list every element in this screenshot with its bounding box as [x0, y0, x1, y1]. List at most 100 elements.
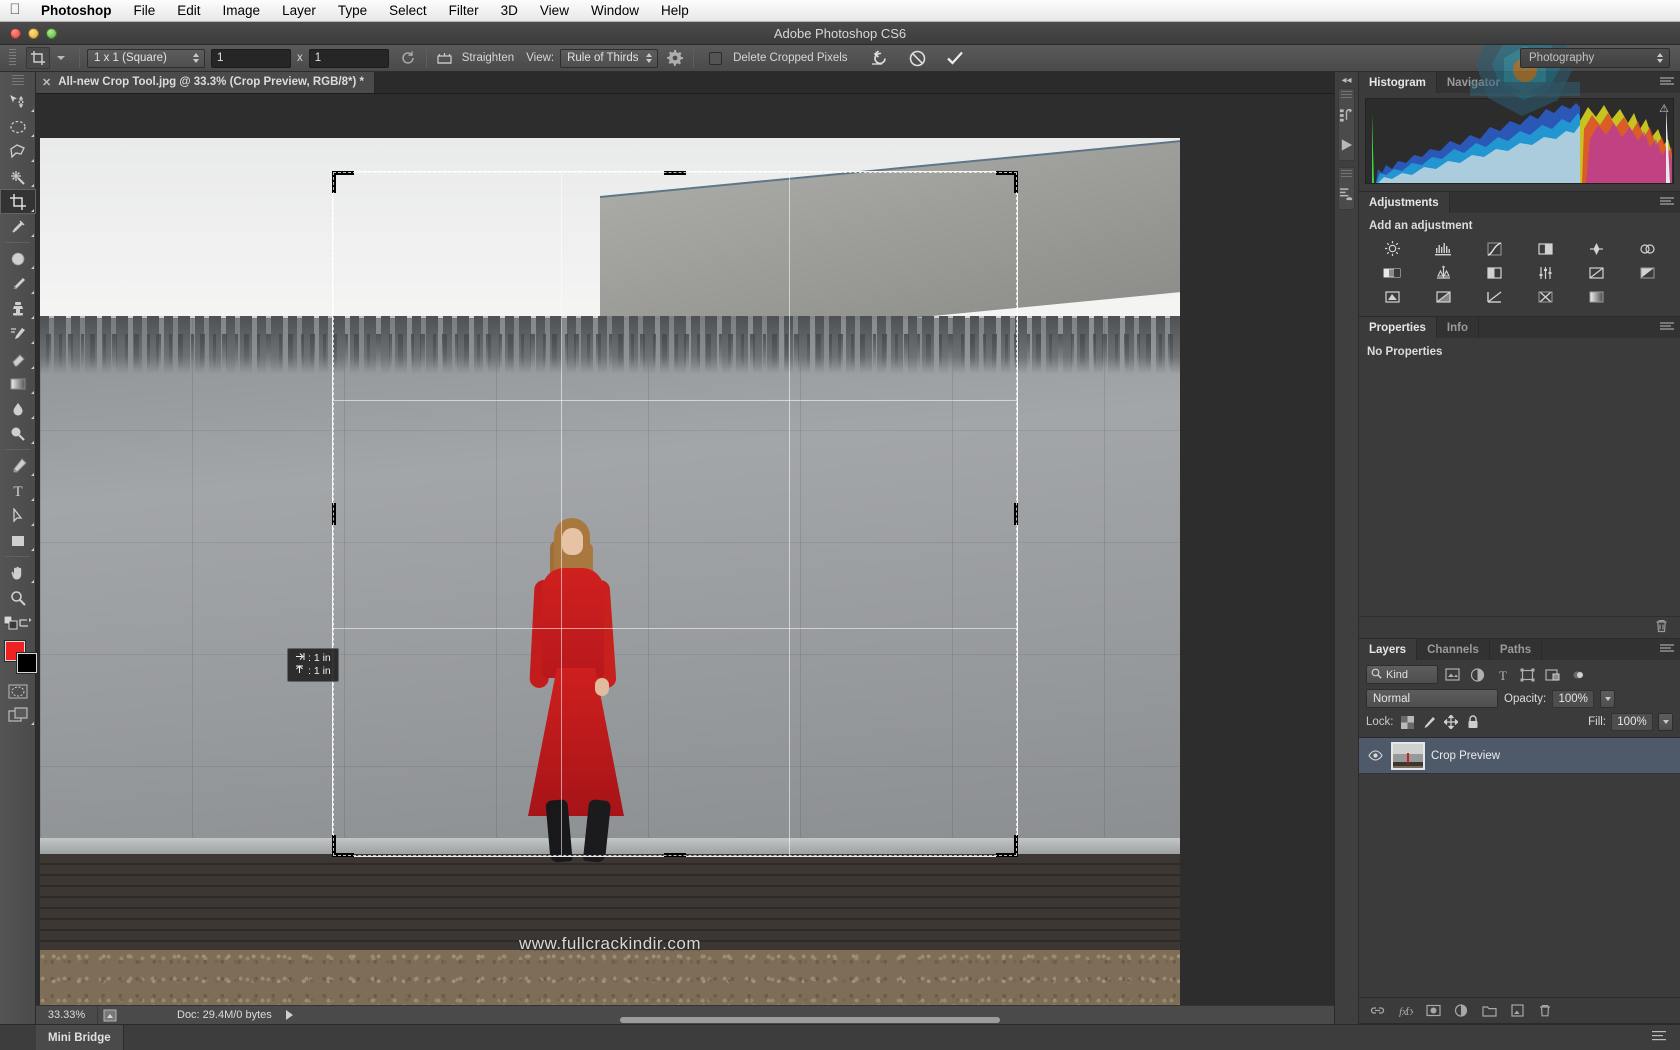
- brush-tool[interactable]: [0, 271, 36, 296]
- color-balance-icon[interactable]: [1367, 261, 1417, 284]
- panel-menu-icon[interactable]: [1660, 322, 1674, 333]
- tab-channels[interactable]: Channels: [1417, 639, 1490, 660]
- macmenu-item-select[interactable]: Select: [378, 0, 438, 22]
- spot-healing-brush-tool[interactable]: [0, 246, 36, 271]
- swap-dimensions-icon[interactable]: [397, 48, 419, 69]
- new-adjustment-layer-icon[interactable]: [1453, 1003, 1469, 1019]
- opacity-value[interactable]: 100%: [1552, 690, 1594, 708]
- smart-object-filter-icon[interactable]: [1542, 665, 1563, 684]
- document-tab[interactable]: ✕ All-new Crop Tool.jpg @ 33.3% (Crop Pr…: [36, 71, 375, 93]
- curves-icon[interactable]: [1469, 237, 1519, 260]
- macmenu-item-type[interactable]: Type: [327, 0, 378, 22]
- tab-navigator[interactable]: Navigator: [1437, 72, 1511, 93]
- default-colors-icon[interactable]: [4, 616, 18, 633]
- delete-layer-icon[interactable]: [1537, 1003, 1553, 1019]
- hand-tool[interactable]: [0, 560, 36, 585]
- opacity-stepper[interactable]: [1600, 690, 1615, 708]
- tab-properties[interactable]: Properties: [1359, 317, 1437, 338]
- actions-icon[interactable]: [1339, 179, 1354, 209]
- macmenu-item-file[interactable]: File: [123, 0, 167, 22]
- gradient-map-icon[interactable]: [1469, 285, 1519, 308]
- color-swatches[interactable]: [0, 639, 36, 679]
- eyedropper-tool[interactable]: [0, 214, 36, 239]
- elliptical-marquee-tool[interactable]: [0, 114, 36, 139]
- lock-all-icon[interactable]: [1465, 714, 1482, 731]
- panel-menu-icon[interactable]: [1660, 644, 1674, 655]
- gradient-tool[interactable]: [0, 371, 36, 396]
- hue-saturation-icon[interactable]: [1622, 237, 1672, 260]
- artboard[interactable]: : 1 in : 1 in www.fullcrackindir.com: [40, 138, 1180, 950]
- close-tab-icon[interactable]: ✕: [42, 76, 51, 89]
- gear-icon[interactable]: [664, 48, 686, 69]
- lock-image-pixels-icon[interactable]: [1421, 714, 1438, 731]
- eraser-tool[interactable]: [0, 346, 36, 371]
- cancel-icon[interactable]: [906, 48, 928, 69]
- exposure-icon[interactable]: [1520, 237, 1570, 260]
- canvas-horizontal-scrollbar[interactable]: [620, 1017, 1000, 1023]
- play-icon[interactable]: [1339, 130, 1354, 160]
- macmenu-item-edit[interactable]: Edit: [166, 0, 211, 22]
- clone-stamp-tool[interactable]: [0, 296, 36, 321]
- fill-value[interactable]: 100%: [1611, 713, 1653, 731]
- brightness-contrast-icon[interactable]: [1367, 237, 1417, 260]
- tab-layers[interactable]: Layers: [1359, 639, 1417, 660]
- screen-mode-icon[interactable]: [0, 703, 36, 727]
- history-icon[interactable]: [1339, 100, 1354, 130]
- lock-transparent-pixels-icon[interactable]: [1399, 714, 1416, 731]
- background-color-swatch[interactable]: [17, 653, 37, 673]
- layer-name[interactable]: Crop Preview: [1431, 750, 1500, 762]
- expand-arrow-icon[interactable]: [286, 1010, 293, 1020]
- crop-height-input[interactable]: 1: [309, 49, 389, 68]
- new-group-icon[interactable]: [1481, 1003, 1497, 1019]
- shape-layer-filter-icon[interactable]: [1517, 665, 1538, 684]
- macmenu-item-image[interactable]: Image: [212, 0, 272, 22]
- fill-stepper[interactable]: [1658, 713, 1673, 731]
- straighten-icon[interactable]: [434, 48, 456, 69]
- threshold-icon[interactable]: [1418, 285, 1468, 308]
- swap-colors-icon[interactable]: [18, 617, 32, 632]
- macmenu-item-3d[interactable]: 3D: [490, 0, 529, 22]
- new-layer-icon[interactable]: [1509, 1003, 1525, 1019]
- photo-filter-icon[interactable]: [1469, 261, 1519, 284]
- gradient-fill-icon[interactable]: [1571, 285, 1621, 308]
- color-lookup-icon[interactable]: [1571, 261, 1621, 284]
- black-white-icon[interactable]: [1418, 261, 1468, 284]
- tab-histogram[interactable]: Histogram: [1359, 72, 1437, 93]
- rectangle-tool[interactable]: [0, 528, 36, 553]
- layer-list[interactable]: Crop Preview: [1359, 737, 1680, 997]
- lock-position-icon[interactable]: [1443, 714, 1460, 731]
- macmenu-item-filter[interactable]: Filter: [438, 0, 490, 22]
- layer-filter-kind-select[interactable]: Kind: [1366, 665, 1438, 684]
- crop-preset-select[interactable]: 1 x 1 (Square): [87, 49, 205, 68]
- quick-mask-icon[interactable]: [0, 679, 36, 703]
- lasso-tool[interactable]: [0, 139, 36, 164]
- pixel-layer-filter-icon[interactable]: [1442, 665, 1463, 684]
- collapse-arrows-icon[interactable]: ◂◂: [1335, 72, 1358, 88]
- macmenu-item-view[interactable]: View: [529, 0, 580, 22]
- history-brush-tool[interactable]: [0, 321, 36, 346]
- dodge-tool[interactable]: [0, 421, 36, 446]
- workspace-select[interactable]: Photography: [1520, 48, 1670, 68]
- type-layer-filter-icon[interactable]: T: [1492, 665, 1513, 684]
- zoom-tool[interactable]: [0, 585, 36, 610]
- straighten-label[interactable]: Straighten: [456, 52, 520, 64]
- move-tool[interactable]: [0, 89, 36, 114]
- layer-style-icon[interactable]: fxfx: [1397, 1003, 1413, 1019]
- macmenu-item-help[interactable]: Help: [650, 0, 700, 22]
- path-selection-tool[interactable]: [0, 503, 36, 528]
- filter-toggle-icon[interactable]: [1567, 665, 1588, 684]
- panel-menu-icon[interactable]: [1660, 77, 1674, 88]
- magic-wand-tool[interactable]: [0, 164, 36, 189]
- delete-cropped-pixels-checkbox[interactable]: [709, 52, 722, 65]
- apple-logo-icon[interactable]: : [0, 1, 30, 20]
- tab-paths[interactable]: Paths: [1490, 639, 1542, 660]
- macmenu-item-window[interactable]: Window: [580, 0, 650, 22]
- horizontal-type-tool[interactable]: T: [0, 478, 36, 503]
- panel-group-grip[interactable]: [1341, 91, 1352, 100]
- posterize-icon[interactable]: [1367, 285, 1417, 308]
- eye-icon[interactable]: [1365, 750, 1385, 761]
- crop-tool-icon[interactable]: [26, 47, 50, 69]
- doc-thumbnail-icon[interactable]: [98, 1009, 122, 1022]
- layer-row[interactable]: Crop Preview: [1359, 738, 1680, 774]
- pen-tool[interactable]: [0, 453, 36, 478]
